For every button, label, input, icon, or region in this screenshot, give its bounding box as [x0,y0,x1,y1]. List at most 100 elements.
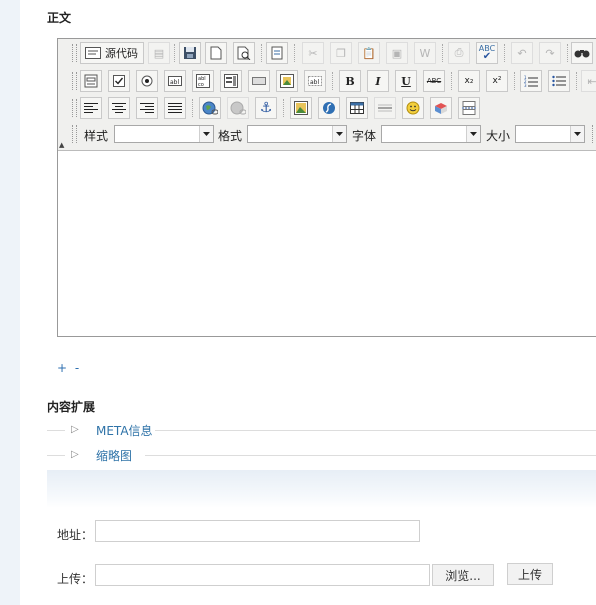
paste-word-button[interactable]: W [414,42,436,64]
special-char-button[interactable] [430,97,452,119]
unlink-button[interactable] [227,97,249,119]
font-combo[interactable] [381,125,481,143]
format-combo[interactable] [247,125,347,143]
expander-meta-label: META信息 [96,424,153,438]
chevron-down-icon [466,126,480,142]
chevron-down-icon [199,126,213,142]
special-char-icon [435,103,447,114]
checkbox-button[interactable] [108,70,130,92]
toolbar-separator [192,99,194,117]
form-button[interactable] [80,70,102,92]
editor-content-area[interactable] [58,151,596,336]
spellcheck-button[interactable]: ABC ✔ [476,42,498,64]
text-field-button[interactable]: abl [164,70,186,92]
align-center-button[interactable] [108,97,130,119]
image-button-field-button[interactable] [276,70,298,92]
copy-icon: ❐ [336,46,346,60]
new-page-button[interactable] [205,42,227,64]
style-combo[interactable] [114,125,214,143]
outdent-button[interactable]: ⇤ [581,70,596,92]
smiley-button[interactable] [402,97,424,119]
underline-button[interactable]: U [395,70,417,92]
toolbar-separator [261,44,263,62]
bold-button[interactable]: B [339,70,361,92]
divider [47,430,65,431]
textarea-icon: ablco [196,74,210,88]
smiley-icon [406,101,420,115]
page-break-button[interactable] [458,97,480,119]
anchor-button[interactable]: ⚓ [255,97,277,119]
template-button[interactable]: ▤ [148,42,170,64]
templates-button[interactable] [266,42,288,64]
align-left-button[interactable] [80,97,102,119]
underline-label: U [401,74,411,88]
source-code-button[interactable]: 源代码 [80,42,144,64]
browse-button[interactable]: 浏览... [432,564,494,586]
expander-meta[interactable]: ▷ META信息 [47,422,596,438]
superscript-button[interactable]: x² [486,70,508,92]
insert-table-button[interactable] [346,97,368,119]
italic-button[interactable]: I [367,70,389,92]
numbered-list-button[interactable]: 123 [520,70,542,92]
textarea-button[interactable]: abl co [192,70,214,92]
select-field-button[interactable] [220,70,242,92]
collapse-toolbar-icon[interactable]: ▲ [59,141,64,149]
svg-text:abl: abl [170,79,179,86]
find-button[interactable] [571,42,593,64]
toolbar-separator [576,72,578,90]
superscript-label: x² [492,76,502,86]
cut-icon: ✂ [308,46,318,60]
toolbar-grip[interactable] [592,125,596,143]
divider [145,455,596,456]
insert-link-button[interactable] [199,97,221,119]
toolbar-grip[interactable] [72,72,77,90]
justify-button[interactable] [164,97,186,119]
horizontal-rule-button[interactable] [374,97,396,119]
svg-text:3: 3 [524,83,527,87]
save-button[interactable] [179,42,201,64]
anchor-icon: ⚓ [259,100,273,116]
toolbar-grip[interactable] [72,99,77,117]
toolbar-separator [174,44,176,62]
copy-button[interactable]: ❐ [330,42,352,64]
subscript-button[interactable]: x₂ [458,70,480,92]
toolbar-grip[interactable] [72,44,77,62]
align-center-icon [112,103,126,113]
paste-icon: 📋 [362,46,376,60]
rich-text-editor: 源代码 ▤ ✂ ❐ 📋 ▣ W ⎙ ABC ✔ ↶ ↷ abl abl co a… [57,38,596,337]
bulleted-list-button[interactable] [548,70,570,92]
print-button[interactable]: ⎙ [448,42,470,64]
binoculars-icon [574,50,590,58]
link-globe-icon [202,101,218,115]
hidden-field-button[interactable]: abl [304,70,326,92]
redo-button[interactable]: ↷ [539,42,561,64]
expand-triangle-icon: ▷ [71,424,79,435]
strikethrough-button[interactable]: ABC [423,70,445,92]
numbered-list-icon: 123 [524,75,538,87]
upload-button[interactable]: 上传 [507,563,553,585]
align-right-button[interactable] [136,97,158,119]
select-field-icon [224,74,238,88]
source-icon [85,47,101,59]
pagination-controls[interactable]: + - [57,361,81,375]
image-icon [294,101,308,115]
button-field-button[interactable] [248,70,270,92]
cut-button[interactable]: ✂ [302,42,324,64]
size-combo[interactable] [515,125,585,143]
undo-button[interactable]: ↶ [511,42,533,64]
insert-flash-button[interactable] [318,97,340,119]
address-input[interactable] [95,520,420,542]
paste-text-button[interactable]: ▣ [386,42,408,64]
radio-button[interactable] [136,70,158,92]
preview-button[interactable] [233,42,255,64]
toolbar-grip[interactable] [72,125,77,143]
undo-icon: ↶ [517,46,527,60]
paste-text-icon: ▣ [391,46,403,60]
align-right-icon [140,103,154,113]
expander-thumbnail[interactable]: ▷ 缩略图 [47,447,596,463]
paste-button[interactable]: 📋 [358,42,380,64]
upload-file-input[interactable] [95,564,430,586]
insert-image-button[interactable] [290,97,312,119]
toolbar-separator [567,44,569,62]
left-sidebar-strip [0,0,20,605]
